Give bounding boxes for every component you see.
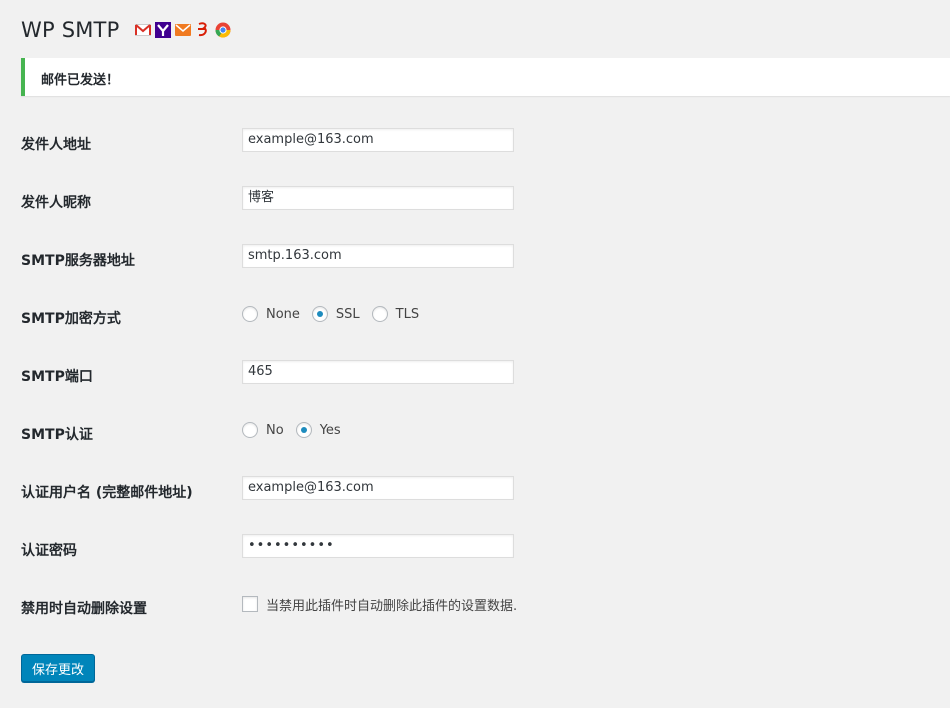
radio-option-no[interactable]: No <box>242 422 284 438</box>
smtp-port-input[interactable]: 465 <box>242 360 514 384</box>
gmail-icon <box>135 22 152 38</box>
netease-163-icon <box>195 22 211 38</box>
mail-provider-icons <box>135 22 231 38</box>
auth-password-label: 认证密码 <box>21 543 77 559</box>
row-smtp-host: SMTP服务器地址 smtp.163.com <box>21 244 921 272</box>
radio-yes-label: Yes <box>319 422 341 438</box>
smtp-host-input[interactable]: smtp.163.com <box>242 244 514 268</box>
delete-on-deactivate-checkbox[interactable] <box>242 596 258 612</box>
radio-option-tls[interactable]: TLS <box>371 306 420 322</box>
radio-tls-label: TLS <box>395 306 420 322</box>
radio-option-ssl[interactable]: SSL <box>311 306 360 322</box>
sender-address-label: 发件人地址 <box>21 137 91 153</box>
smtp-port-label: SMTP端口 <box>21 369 93 385</box>
radio-option-none[interactable]: None <box>242 306 300 322</box>
row-auth-password: 认证密码 •••••••••• <box>21 534 921 562</box>
row-smtp-port: SMTP端口 465 <box>21 360 921 388</box>
smtp-host-label: SMTP服务器地址 <box>21 253 135 269</box>
auth-username-label: 认证用户名 (完整邮件地址) <box>21 485 193 501</box>
success-notice: 邮件已发送！ <box>21 58 950 96</box>
row-sender-name: 发件人昵称 博客 <box>21 186 921 214</box>
radio-selected-dot <box>316 311 323 317</box>
radio-none-label: None <box>266 306 300 322</box>
sender-name-label: 发件人昵称 <box>21 195 91 211</box>
row-smtp-secure: SMTP加密方式 None SSL TLS <box>21 302 921 330</box>
chrome-like-icon <box>215 22 231 38</box>
delete-on-deactivate-label: 禁用时自动删除设置 <box>21 601 147 617</box>
smtp-auth-label: SMTP认证 <box>21 427 93 443</box>
notice-text: 邮件已发送！ <box>41 73 120 88</box>
radio-tls[interactable] <box>371 306 388 322</box>
page-header: WP SMTP <box>21 18 231 42</box>
page-title: WP SMTP <box>21 18 120 42</box>
auth-username-input[interactable]: example@163.com <box>242 476 514 500</box>
row-sender-address: 发件人地址 example@163.com <box>21 128 921 156</box>
yahoo-icon <box>155 22 172 38</box>
smtp-secure-label: SMTP加密方式 <box>21 311 121 327</box>
row-delete-on-deactivate: 禁用时自动删除设置 当禁用此插件时自动删除此插件的设置数据. <box>21 592 921 620</box>
radio-no[interactable] <box>242 422 258 438</box>
radio-none[interactable] <box>242 306 258 322</box>
radio-ssl[interactable] <box>311 306 328 322</box>
radio-selected-dot <box>300 427 307 433</box>
outlook-mail-icon <box>175 22 192 38</box>
row-auth-username: 认证用户名 (完整邮件地址) example@163.com <box>21 476 921 504</box>
radio-ssl-label: SSL <box>335 306 360 322</box>
row-smtp-auth: SMTP认证 No Yes <box>21 418 921 446</box>
delete-on-deactivate-checkbox-label[interactable]: 当禁用此插件时自动删除此插件的设置数据. <box>266 595 517 614</box>
radio-no-label: No <box>266 422 284 438</box>
radio-option-yes[interactable]: Yes <box>295 422 341 438</box>
auth-password-input[interactable]: •••••••••• <box>242 534 514 558</box>
sender-address-input[interactable]: example@163.com <box>242 128 514 152</box>
radio-yes[interactable] <box>295 422 312 438</box>
sender-name-input[interactable]: 博客 <box>242 186 514 210</box>
save-changes-button[interactable]: 保存更改 <box>21 654 95 682</box>
